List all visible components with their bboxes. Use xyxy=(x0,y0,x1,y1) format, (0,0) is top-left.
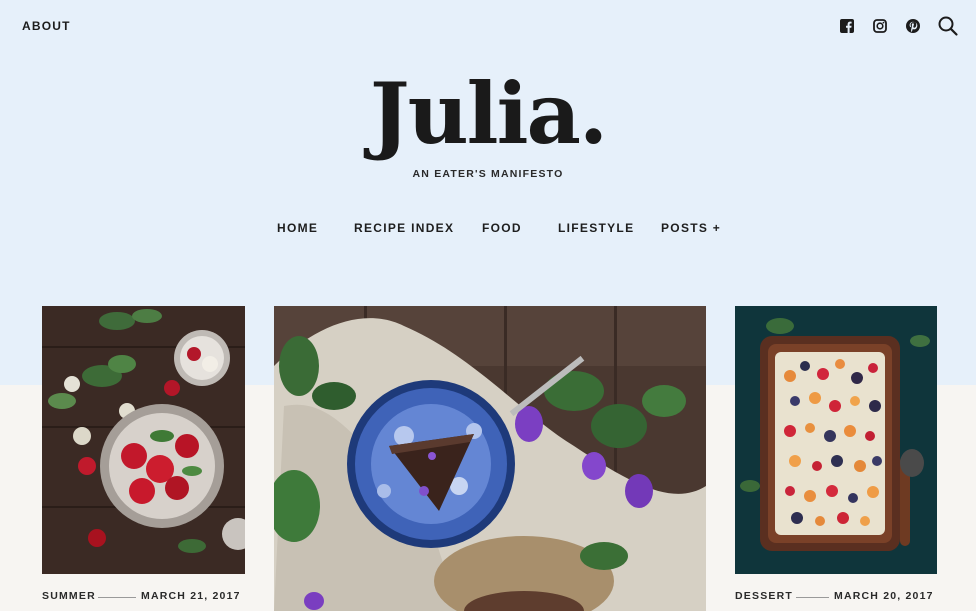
post-image-cake[interactable] xyxy=(274,306,706,611)
post-image-strawberries[interactable] xyxy=(42,306,245,574)
pinterest-icon[interactable] xyxy=(906,19,920,33)
meta-divider xyxy=(796,597,829,598)
post-image-berry-tart[interactable] xyxy=(735,306,937,574)
post-date: MARCH 20, 2017 xyxy=(834,590,934,602)
nav-item-recipe-index[interactable]: RECIPE INDEX xyxy=(354,221,454,235)
post-category-dessert[interactable]: DESSERT xyxy=(735,590,793,602)
site-logo[interactable]: Julia. xyxy=(0,72,976,156)
meta-divider xyxy=(98,597,136,598)
nav-item-lifestyle[interactable]: LIFESTYLE xyxy=(558,221,634,235)
post-category-summer[interactable]: SUMMER xyxy=(42,590,96,602)
site-tagline: AN EATER'S MANIFESTO xyxy=(412,168,564,180)
post-date: MARCH 21, 2017 xyxy=(141,590,241,602)
nav-item-food[interactable]: FOOD xyxy=(482,221,522,235)
facebook-icon[interactable] xyxy=(840,19,854,33)
nav-item-posts[interactable]: POSTS + xyxy=(661,221,721,235)
instagram-icon[interactable] xyxy=(873,19,887,33)
top-bar: ABOUT xyxy=(0,0,976,52)
nav-item-home[interactable]: HOME xyxy=(277,221,318,235)
search-icon[interactable] xyxy=(937,15,959,37)
main-navigation: HOME RECIPE INDEX FOOD LIFESTYLE POSTS + xyxy=(0,221,976,239)
about-link[interactable]: ABOUT xyxy=(22,19,71,33)
